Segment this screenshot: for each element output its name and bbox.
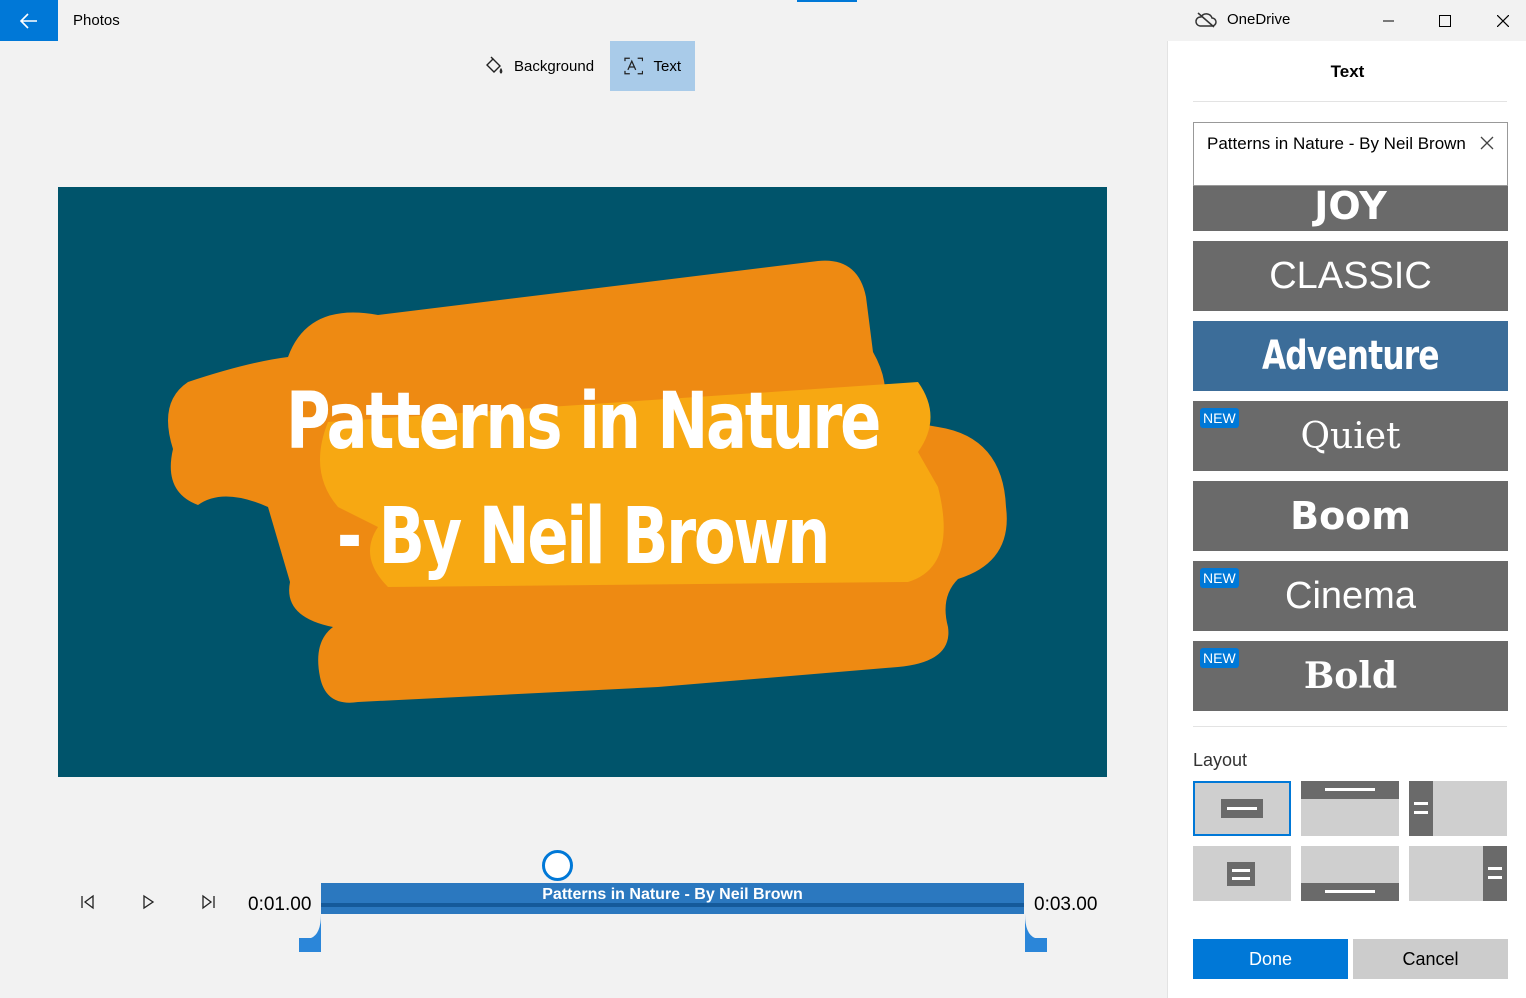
step-forward-icon <box>202 894 215 910</box>
new-badge: NEW <box>1200 648 1239 668</box>
app-title: Photos <box>73 12 120 29</box>
minimize-icon <box>1383 20 1394 21</box>
close-icon <box>1497 14 1509 27</box>
back-button[interactable] <box>0 0 58 41</box>
back-arrow-icon <box>20 12 37 29</box>
layout-line <box>1414 802 1428 805</box>
style-adventure-label: Adventure <box>1262 333 1440 379</box>
start-time: 0:01.00 <box>248 894 312 915</box>
play-icon <box>143 894 155 910</box>
end-time: 0:03.00 <box>1034 894 1098 915</box>
preview-title-line1: Patterns in Nature <box>285 377 881 467</box>
style-cinema[interactable]: NEW Cinema <box>1193 561 1508 631</box>
divider <box>1193 726 1507 727</box>
new-badge: NEW <box>1200 568 1239 588</box>
layout-line <box>1325 788 1375 791</box>
maximize-icon <box>1439 14 1451 27</box>
title-bar: Photos OneDrive <box>0 0 1526 41</box>
close-window-button[interactable] <box>1474 0 1526 41</box>
layout-line <box>1325 890 1375 893</box>
layout-line <box>1232 869 1250 872</box>
style-adventure[interactable]: Adventure <box>1193 321 1508 391</box>
brush-stroke-graphic <box>168 260 1007 703</box>
step-back-icon <box>81 894 94 910</box>
maximize-button[interactable] <box>1416 0 1474 41</box>
onedrive-status[interactable]: OneDrive <box>1195 11 1290 28</box>
style-quiet-label: Quiet <box>1300 415 1401 457</box>
divider <box>1193 101 1507 102</box>
title-text-value: Patterns in Nature - By Neil Brown <box>1207 134 1466 153</box>
layout-top[interactable] <box>1301 781 1399 836</box>
end-trim-handle[interactable] <box>1023 914 1047 952</box>
text-tool-icon <box>624 57 644 75</box>
video-preview: Patterns in Nature - By Neil Brown <box>58 187 1107 777</box>
layout-bar <box>1409 781 1433 836</box>
step-back-button[interactable] <box>78 892 98 912</box>
title-text-input[interactable]: Patterns in Nature - By Neil Brown <box>1193 122 1508 186</box>
text-style-list[interactable]: JOY CLASSIC Adventure NEW Quiet Boom NEW… <box>1193 186 1508 711</box>
cancel-button[interactable]: Cancel <box>1353 939 1508 979</box>
text-label: Text <box>653 57 681 75</box>
progress-indicator <box>797 0 857 2</box>
done-button[interactable]: Done <box>1193 939 1348 979</box>
start-trim-handle[interactable] <box>299 914 323 952</box>
layout-left[interactable] <box>1409 781 1507 836</box>
style-joy[interactable]: JOY <box>1193 186 1508 231</box>
panel-title: Text <box>1330 62 1365 81</box>
layout-bar <box>1483 846 1507 901</box>
layout-line <box>1488 867 1502 870</box>
preview-title-line2: - By Neil Brown <box>336 492 831 582</box>
style-classic[interactable]: CLASSIC <box>1193 241 1508 311</box>
step-forward-button[interactable] <box>198 892 218 912</box>
background-button[interactable]: Background <box>470 41 608 91</box>
paint-bucket-icon <box>486 56 503 74</box>
playhead[interactable] <box>542 850 573 881</box>
play-button[interactable] <box>138 892 158 912</box>
style-boom[interactable]: Boom <box>1193 481 1508 551</box>
layout-right[interactable] <box>1409 846 1507 901</box>
cloud-offline-icon <box>1195 11 1217 28</box>
style-quiet[interactable]: NEW Quiet <box>1193 401 1508 471</box>
layout-line <box>1232 877 1250 880</box>
clear-text-icon[interactable] <box>1479 135 1495 151</box>
style-cinema-label: Cinema <box>1285 574 1416 617</box>
layout-line <box>1227 807 1257 810</box>
layout-line <box>1414 811 1428 814</box>
background-label: Background <box>514 57 595 75</box>
layout-bottom[interactable] <box>1301 846 1399 901</box>
text-button[interactable]: Text <box>610 41 695 91</box>
layout-bar <box>1227 862 1255 886</box>
style-bold[interactable]: NEW Bold <box>1193 641 1508 711</box>
style-classic-label: CLASSIC <box>1269 254 1432 297</box>
style-joy-label: JOY <box>1314 186 1387 228</box>
new-badge: NEW <box>1200 408 1239 428</box>
style-boom-label: Boom <box>1290 494 1411 538</box>
track-label: Patterns in Nature - By Neil Brown <box>542 886 803 903</box>
layout-line <box>1488 876 1502 879</box>
style-bold-label: Bold <box>1303 655 1398 697</box>
minimize-button[interactable] <box>1360 0 1418 41</box>
onedrive-label: OneDrive <box>1227 11 1291 28</box>
layout-center[interactable] <box>1193 781 1291 836</box>
layout-label: Layout <box>1193 750 1248 770</box>
text-panel: Text JOY CLASSIC Adventure NEW Quiet Boo… <box>1167 41 1526 998</box>
layout-lower-left[interactable] <box>1193 846 1291 901</box>
